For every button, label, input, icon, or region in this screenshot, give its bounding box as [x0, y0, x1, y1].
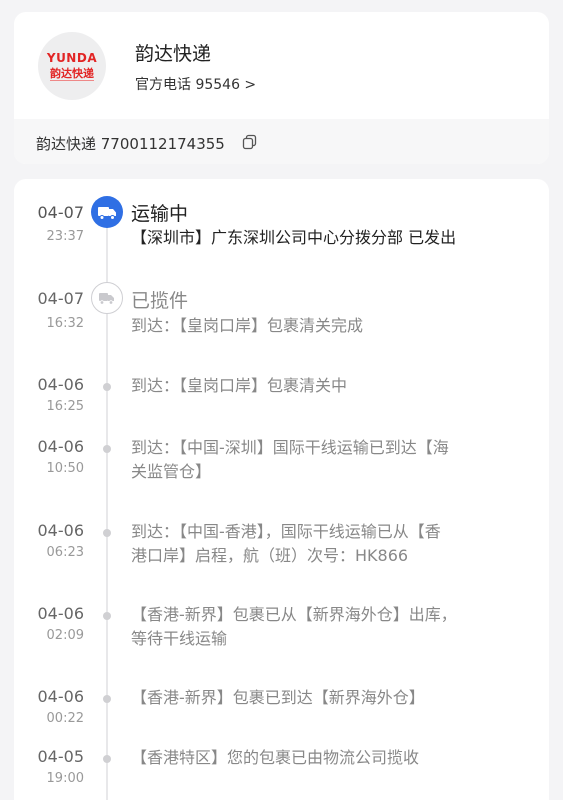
event-time: 19:00: [46, 771, 84, 786]
event-time: 00:22: [46, 711, 84, 726]
event-date: 04-06: [37, 437, 85, 456]
event-date: 04-06: [37, 521, 85, 540]
event-status: 运输中: [131, 203, 189, 225]
event-description-line: 到达：【中国-深圳】国际干线运输已到达【海: [131, 438, 449, 457]
pickup-truck-icon: [91, 282, 123, 314]
event-description: 到达：【中国-深圳】国际干线运输已到达【海 关监管仓】: [131, 436, 516, 484]
event-time: 10:50: [46, 461, 84, 476]
copy-icon[interactable]: [242, 134, 258, 150]
event-description: 【香港-新界】包裹已从【新界海外仓】出库， 等待干线运输: [131, 603, 516, 651]
event-description-line: 关监管仓】: [131, 462, 212, 481]
timeline-dot: [103, 529, 111, 537]
event-description-line: 【香港-新界】包裹已从【新界海外仓】出库，: [131, 605, 457, 624]
event-date: 04-06: [37, 375, 85, 394]
courier-phone-link[interactable]: 官方电话 95546 >: [135, 74, 256, 94]
event-date: 04-05: [37, 747, 85, 766]
event-time: 06:23: [46, 545, 84, 560]
event-description: 【香港-新界】包裹已到达【新界海外仓】: [131, 688, 425, 707]
timeline-dot: [103, 695, 111, 703]
event-time: 23:37: [46, 229, 84, 244]
event-description-line: 等待干线运输: [131, 629, 228, 648]
timeline-dot: [103, 612, 111, 620]
event-description: 到达：【中国-香港】，国际干线运输已从【香 港口岸】启程，航（班）次号：HK86…: [131, 520, 516, 568]
event-description-line: 到达：【中国-香港】，国际干线运输已从【香: [131, 522, 441, 541]
logo-text-en: YUNDA: [46, 51, 98, 65]
event-description: 【香港特区】您的包裹已由物流公司揽收: [131, 748, 420, 767]
tracking-number-bar: 韵达快递 7700112174355: [14, 119, 549, 164]
event-description: 到达：【皇岗口岸】包裹清关完成: [131, 316, 364, 335]
event-date: 04-07: [37, 203, 85, 222]
logo-underline: [50, 80, 94, 81]
event-description: 到达：【皇岗口岸】包裹清关中: [131, 376, 348, 395]
tracking-timeline: 04-07 23:37 运输中 【深圳市】广东深圳公司中心分拨分部 已发出 04…: [14, 179, 549, 800]
courier-name: 韵达快递: [135, 43, 212, 65]
tracking-number: 韵达快递 7700112174355: [36, 135, 225, 153]
timeline-dot: [103, 383, 111, 391]
logo-text-cn: 韵达快递: [50, 67, 94, 80]
event-date: 04-06: [37, 687, 85, 706]
courier-card: YUNDA 韵达快递 韵达快递 官方电话 95546 > 韵达快递 770011…: [14, 12, 549, 164]
timeline-dot: [103, 755, 111, 763]
truck-icon: [91, 196, 123, 228]
event-time: 16:25: [46, 399, 84, 414]
courier-logo: YUNDA 韵达快递: [38, 32, 106, 100]
event-description: 【深圳市】广东深圳公司中心分拨分部 已发出: [131, 228, 457, 247]
event-status: 已揽件: [131, 290, 189, 312]
event-time: 02:09: [46, 628, 84, 643]
event-date: 04-06: [37, 604, 85, 623]
event-time: 16:32: [46, 316, 84, 331]
event-description-line: 港口岸】启程，航（班）次号：HK866: [131, 546, 409, 565]
event-date: 04-07: [37, 289, 85, 308]
courier-header[interactable]: YUNDA 韵达快递 韵达快递 官方电话 95546 >: [14, 12, 549, 119]
timeline-dot: [103, 445, 111, 453]
